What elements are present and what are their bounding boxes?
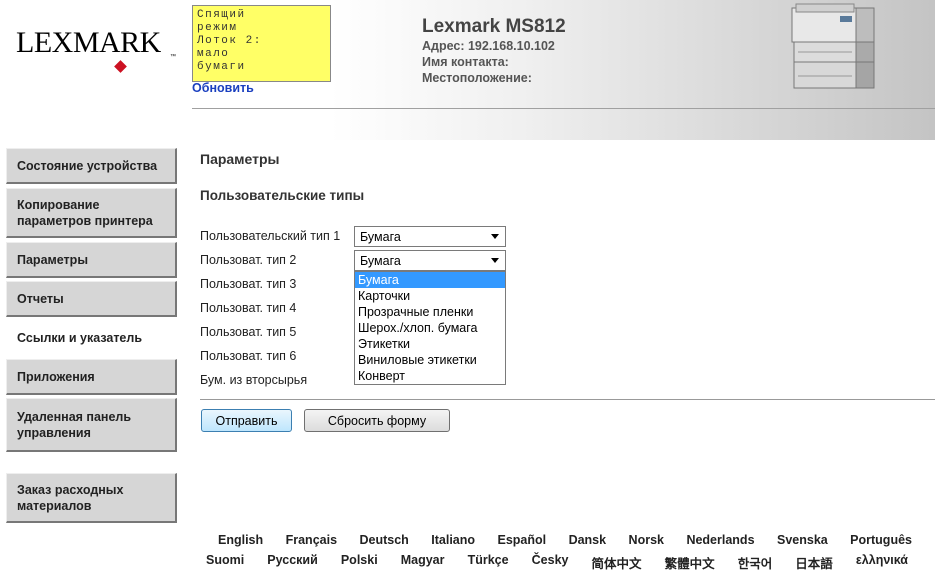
- sidebar-item-label: Ссылки и указатель: [17, 330, 143, 345]
- printer-contact: Имя контакта:: [422, 55, 509, 69]
- custom-type-5-label: Пользоват. тип 5: [200, 325, 297, 339]
- submit-button[interactable]: Отправить: [201, 409, 292, 432]
- language-link[interactable]: Česky: [532, 553, 569, 572]
- sidebar-item-label: Удаленная панель управления: [17, 409, 132, 440]
- printer-location: Местоположение:: [422, 71, 532, 85]
- select-value: Бумага: [360, 253, 401, 268]
- language-link[interactable]: 日本語: [795, 553, 833, 572]
- custom-type-2-label: Пользоват. тип 2: [200, 253, 297, 267]
- custom-type-1-select[interactable]: Бумага: [354, 226, 506, 247]
- language-link[interactable]: 繁體中文: [665, 553, 715, 572]
- language-link[interactable]: Svenska: [777, 533, 828, 547]
- page-header: LEXMARK ™ Спящий режим Лоток 2: мало бум…: [0, 0, 935, 140]
- refresh-link[interactable]: Обновить: [192, 81, 254, 95]
- language-link[interactable]: Русский: [267, 553, 318, 572]
- custom-type-4-label: Пользоват. тип 4: [200, 301, 297, 315]
- sidebar-item-settings[interactable]: Параметры: [6, 242, 177, 278]
- form-divider: [200, 399, 935, 400]
- dropdown-option[interactable]: Прозрачные пленки: [355, 304, 505, 320]
- language-link[interactable]: 简体中文: [592, 553, 642, 572]
- language-links-row-1: English Français Deutsch Italiano Españo…: [218, 533, 912, 547]
- sidebar-item-label: Заказ расходных материалов: [17, 482, 124, 513]
- dropdown-option[interactable]: Бумага: [355, 272, 505, 288]
- dropdown-option[interactable]: Шерох./хлоп. бумага: [355, 320, 505, 336]
- dropdown-option[interactable]: Виниловые этикетки: [355, 352, 505, 368]
- sidebar-item-label: Состояние устройства: [17, 158, 158, 173]
- printer-title: Lexmark MS812: [422, 16, 566, 37]
- custom-type-6-label: Пользоват. тип 6: [200, 349, 297, 363]
- sidebar-item-label: Копирование параметров принтера: [17, 197, 153, 228]
- logo-trademark: ™: [170, 54, 176, 60]
- recycled-paper-label: Бум. из вторсырья: [200, 373, 308, 387]
- dropdown-option[interactable]: Этикетки: [355, 336, 505, 352]
- select-value: Бумага: [360, 229, 401, 244]
- section-heading: Пользовательские типы: [200, 188, 365, 203]
- language-link[interactable]: Italiano: [431, 533, 475, 547]
- language-links-row-2: Suomi Русский Polski Magyar Türkçe Česky…: [206, 553, 908, 572]
- printer-address: Адрес: 192.168.10.102: [422, 39, 555, 53]
- sidebar-item-label: Приложения: [17, 369, 95, 384]
- sidebar-item-label: Параметры: [17, 252, 88, 267]
- page-title: Параметры: [200, 151, 280, 167]
- sidebar-item-device-status[interactable]: Состояние устройства: [6, 148, 177, 184]
- reset-form-button[interactable]: Сбросить форму: [304, 409, 450, 432]
- language-link[interactable]: Magyar: [401, 553, 445, 572]
- custom-type-1-label: Пользовательский тип 1: [200, 229, 341, 243]
- dropdown-option[interactable]: Конверт: [355, 368, 505, 384]
- language-link[interactable]: English: [218, 533, 263, 547]
- language-link[interactable]: Türkçe: [468, 553, 509, 572]
- sidebar-item-reports[interactable]: Отчеты: [6, 281, 177, 317]
- sidebar-item-remote-panel[interactable]: Удаленная панель управления: [6, 398, 177, 452]
- dropdown-arrow-icon: [491, 258, 499, 263]
- sidebar-item-order-supplies[interactable]: Заказ расходных материалов: [6, 473, 177, 523]
- sidebar-item-label: Отчеты: [17, 291, 64, 306]
- custom-type-2-dropdown-list[interactable]: Бумага Карточки Прозрачные пленки Шерох.…: [354, 271, 506, 385]
- logo-text: LEXMARK: [16, 26, 161, 59]
- language-link[interactable]: Norsk: [629, 533, 664, 547]
- custom-type-3-label: Пользоват. тип 3: [200, 277, 297, 291]
- dropdown-arrow-icon: [491, 234, 499, 239]
- logo-diamond: [114, 60, 127, 73]
- language-link[interactable]: Nederlands: [686, 533, 754, 547]
- language-link[interactable]: Português: [850, 533, 912, 547]
- sidebar-item-copy-settings[interactable]: Копирование параметров принтера: [6, 188, 177, 238]
- language-link[interactable]: Deutsch: [359, 533, 408, 547]
- printer-status-panel: Спящий режим Лоток 2: мало бумаги: [192, 5, 331, 82]
- custom-type-2-select[interactable]: Бумага: [354, 250, 506, 271]
- lexmark-logo: LEXMARK ™: [16, 26, 176, 73]
- sidebar-item-links-index[interactable]: Ссылки и указатель: [6, 320, 177, 356]
- language-link[interactable]: Français: [286, 533, 337, 547]
- dropdown-option[interactable]: Карточки: [355, 288, 505, 304]
- language-link[interactable]: Español: [497, 533, 546, 547]
- language-link[interactable]: Dansk: [569, 533, 607, 547]
- language-link[interactable]: Suomi: [206, 553, 244, 572]
- printer-image: [791, 3, 875, 89]
- header-divider: [192, 108, 935, 109]
- language-link[interactable]: 한국어: [738, 553, 773, 572]
- language-link[interactable]: ελληνικά: [856, 553, 908, 572]
- sidebar-item-apps[interactable]: Приложения: [6, 359, 177, 395]
- language-link[interactable]: Polski: [341, 553, 378, 572]
